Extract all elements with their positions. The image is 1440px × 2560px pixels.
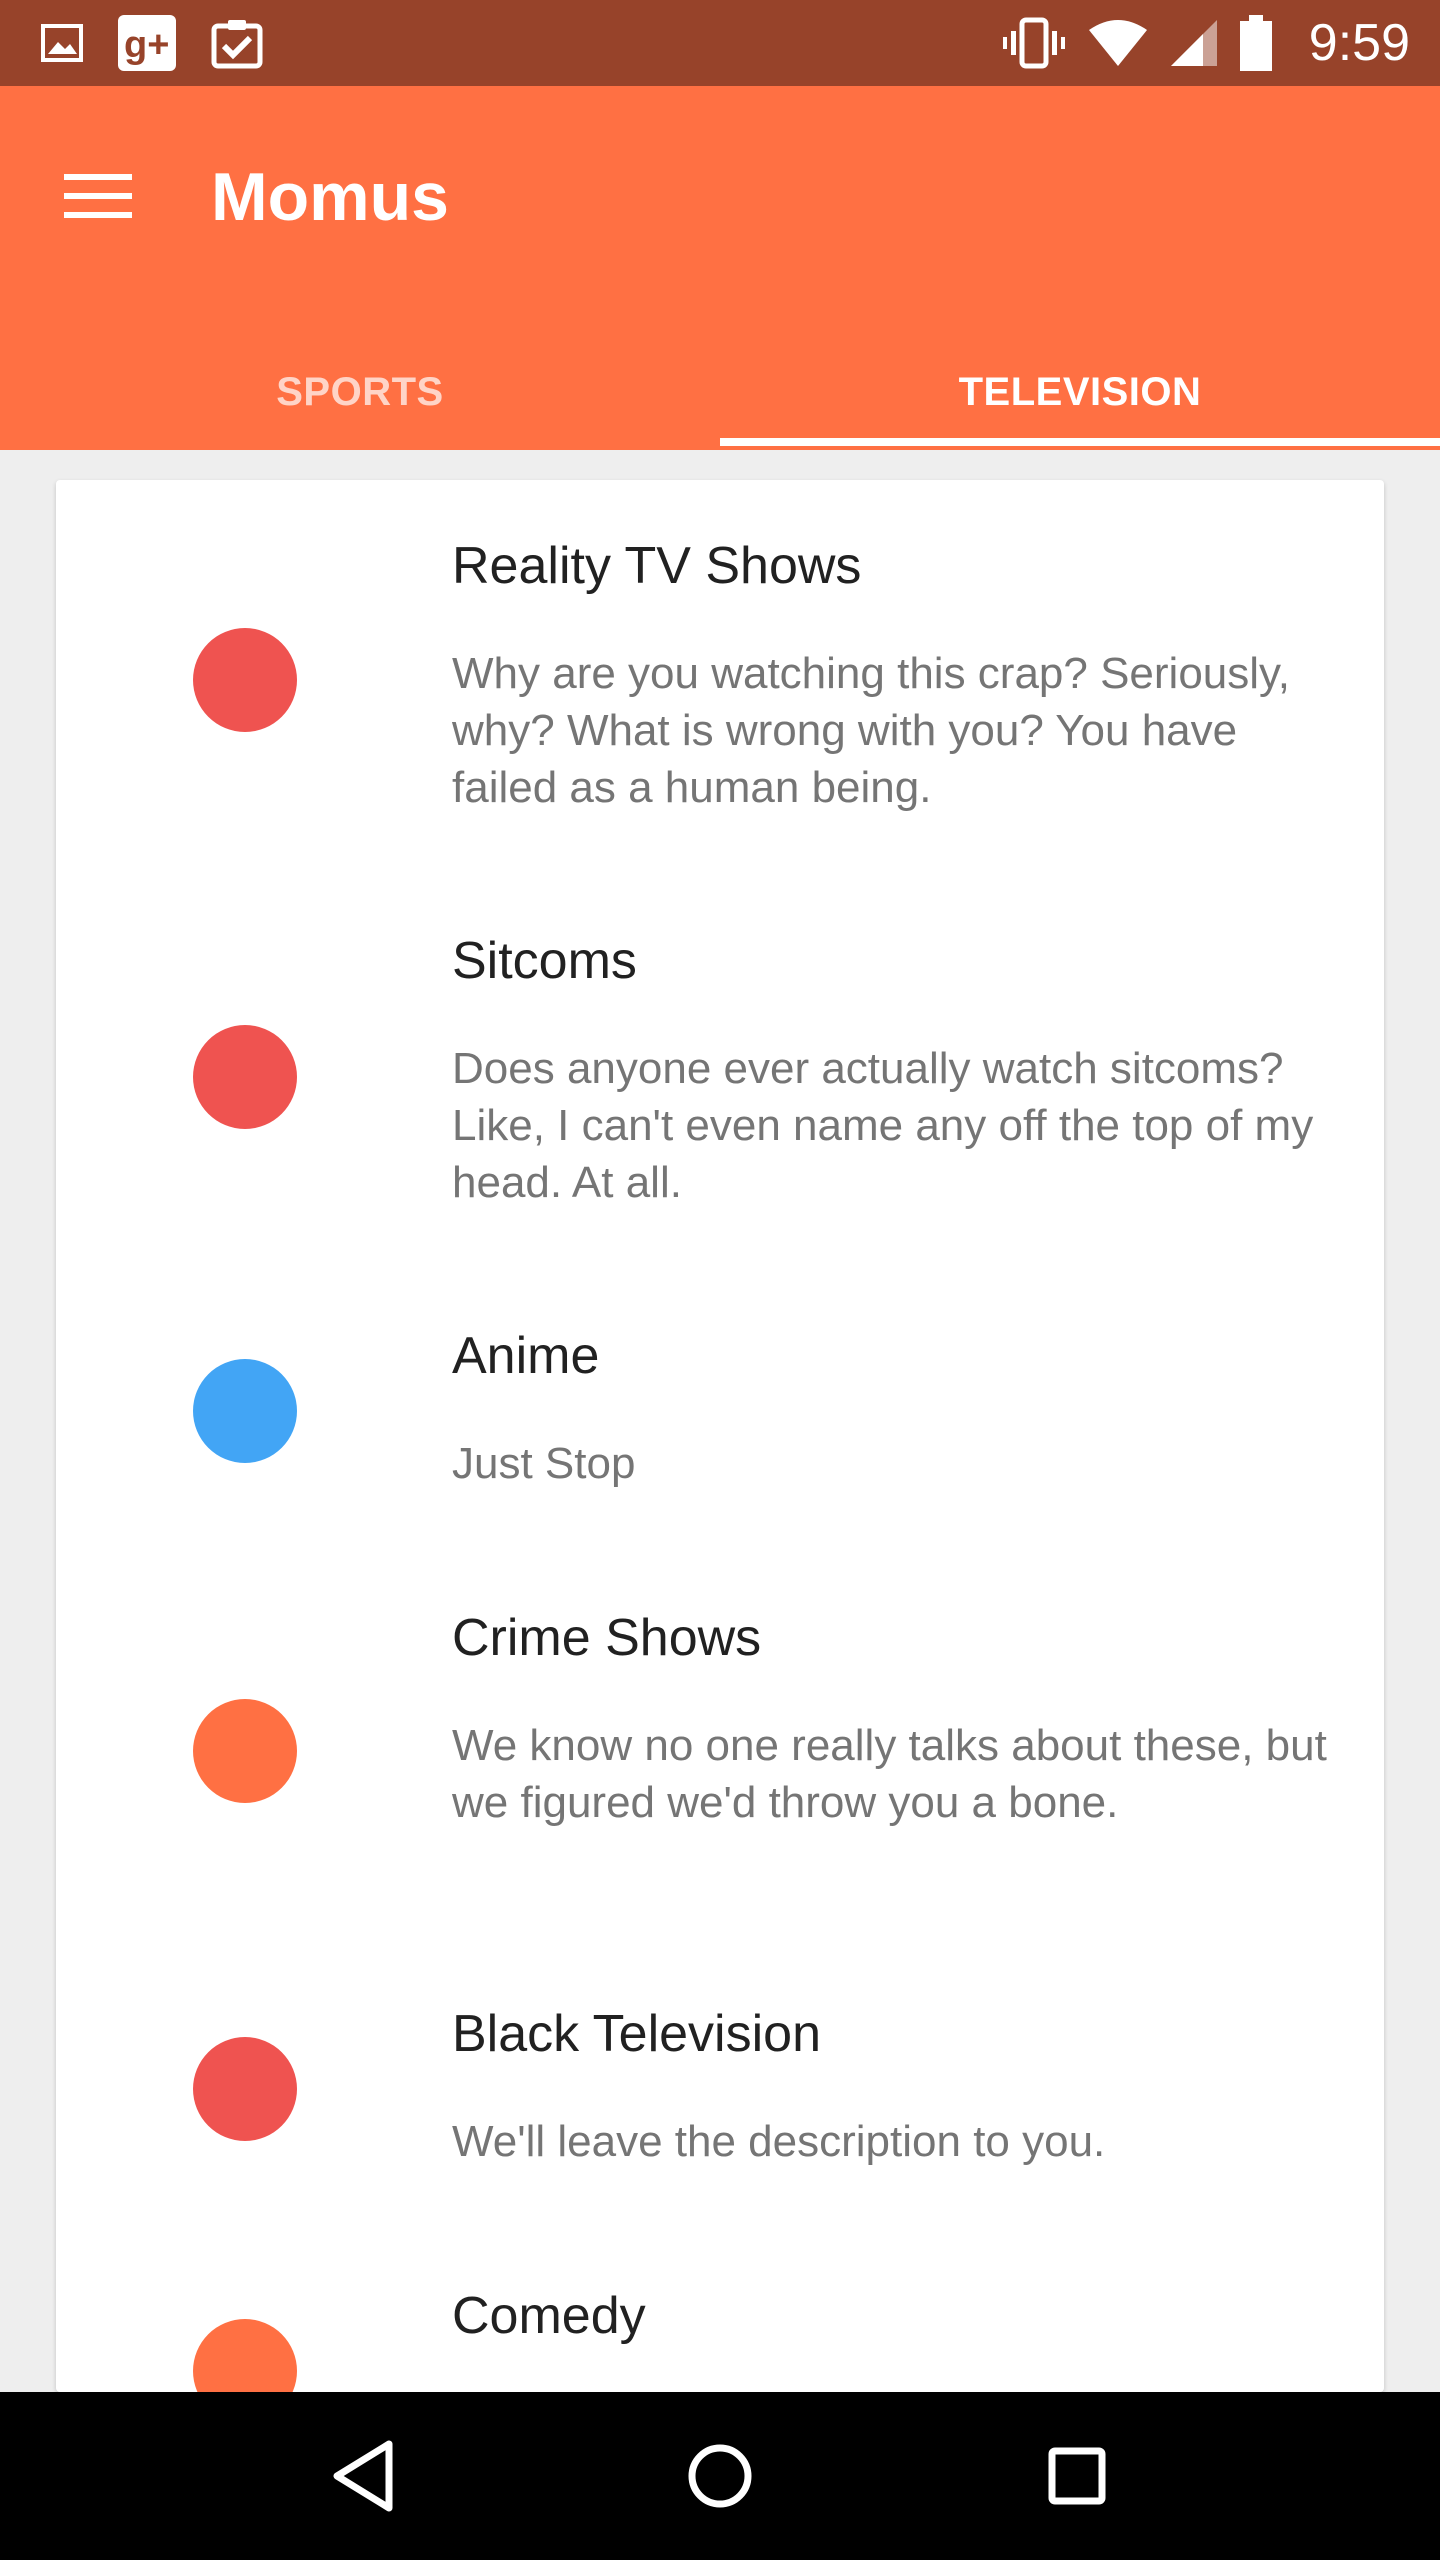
status-dot (193, 1359, 297, 1463)
recents-icon (1048, 2447, 1106, 2505)
image-icon (41, 24, 83, 62)
back-button[interactable] (308, 2421, 418, 2531)
status-dot (193, 1025, 297, 1129)
status-time: 9:59 (1308, 14, 1410, 72)
google-plus-icon: g+ (118, 15, 176, 71)
battery-icon (1239, 15, 1272, 71)
status-bar: g+ 9:59 (0, 0, 1440, 86)
list-item-comedy[interactable]: Comedy (56, 2230, 1384, 2392)
list-item-title: Reality TV Shows (452, 537, 862, 595)
svg-text:g+: g+ (124, 24, 169, 66)
list-item-black-television[interactable]: Black Television We'll leave the descrip… (56, 1948, 1384, 2230)
category-card: Reality TV Shows Why are you watching th… (56, 480, 1384, 2392)
status-dot (193, 628, 297, 732)
list-item-description: We know no one really talks about these,… (452, 1721, 1327, 1827)
signal-icon (1170, 20, 1217, 66)
system-navigation-bar (0, 2392, 1440, 2560)
list-item-description: Just Stop (452, 1439, 636, 1488)
tab-bar: SPORTS TELEVISION (0, 334, 1440, 450)
app-title: Momus (211, 159, 449, 235)
hamburger-menu-icon (64, 174, 132, 218)
list-item-sitcoms[interactable]: Sitcoms Does anyone ever actually watch … (56, 875, 1384, 1270)
status-bar-notifications: g+ (40, 15, 264, 71)
clipboard-check-icon (211, 20, 263, 69)
back-icon (333, 2440, 393, 2512)
tab-indicator (720, 438, 1440, 446)
home-icon (688, 2444, 752, 2508)
list-item-reality-tv-shows[interactable]: Reality TV Shows Why are you watching th… (56, 480, 1384, 875)
recents-button[interactable] (1022, 2421, 1132, 2531)
tab-sports[interactable]: SPORTS (0, 334, 720, 450)
list-item-title: Anime (452, 1327, 600, 1385)
status-dot (193, 2319, 297, 2392)
menu-button[interactable] (48, 146, 148, 246)
list-item-description: We'll leave the description to you. (452, 2117, 1106, 2166)
list-item-title: Crime Shows (452, 1609, 762, 1667)
vibrate-icon (1002, 17, 1065, 69)
list-item-title: Sitcoms (452, 932, 637, 990)
tab-television[interactable]: TELEVISION (720, 334, 1440, 450)
list-item-anime[interactable]: Anime Just Stop (56, 1270, 1384, 1550)
status-bar-system-icons: 9:59 (1001, 14, 1410, 72)
home-button[interactable] (665, 2421, 775, 2531)
wifi-icon (1088, 20, 1147, 66)
status-dot (193, 1699, 297, 1803)
status-dot (193, 2037, 297, 2141)
list-item-title: Comedy (452, 2287, 646, 2345)
list-item-description: Why are you watching this crap? Seriousl… (452, 649, 1290, 812)
list-item-description: Does anyone ever actually watch sitcoms?… (452, 1044, 1314, 1207)
list-item-crime-shows[interactable]: Crime Shows We know no one really talks … (56, 1552, 1384, 1947)
list-item-title: Black Television (452, 2005, 822, 2063)
app-bar: Momus SPORTS TELEVISION (0, 86, 1440, 450)
